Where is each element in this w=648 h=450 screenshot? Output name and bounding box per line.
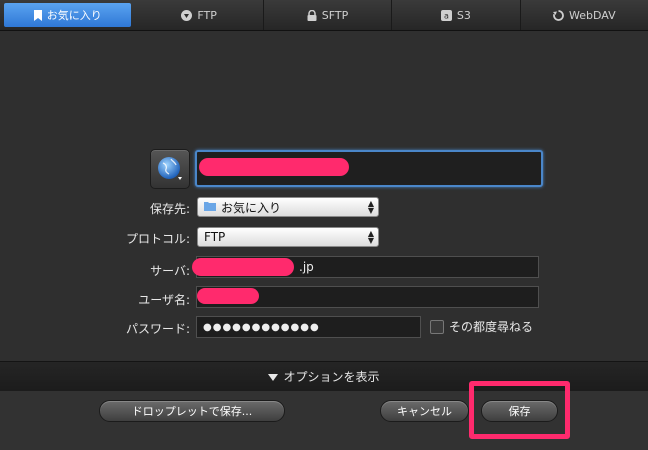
tab-favorites[interactable]: お気に入り	[4, 3, 132, 27]
globe-icon	[158, 157, 182, 180]
favicon-selector[interactable]	[150, 149, 190, 189]
checkbox-box[interactable]	[430, 319, 444, 334]
tab-label: SFTP	[321, 8, 349, 22]
destination-select[interactable]: お気に入り ▲ ▼	[197, 197, 379, 217]
tab-s3[interactable]: a S3	[392, 0, 521, 30]
ftp-icon	[181, 9, 193, 21]
folder-icon	[204, 200, 216, 214]
tab-label: WebDAV	[569, 8, 616, 22]
password-label: パスワード:	[125, 322, 190, 336]
redaction-mark	[197, 288, 259, 304]
lock-icon	[307, 9, 317, 21]
tab-label: FTP	[197, 8, 217, 22]
destination-label: 保存先:	[149, 202, 190, 216]
svg-text:a: a	[444, 11, 449, 20]
bookmark-icon	[33, 9, 42, 21]
chevron-updown-icon: ▲ ▼	[367, 229, 374, 245]
user-label: ユーザ名:	[138, 293, 190, 307]
tab-label: お気に入り	[46, 9, 102, 22]
redaction-mark	[199, 158, 349, 176]
tab-sftp[interactable]: SFTP	[264, 0, 393, 30]
tab-ftp[interactable]: FTP	[135, 0, 264, 30]
password-input[interactable]: ●●●●●●●●●●●●	[196, 316, 421, 338]
save-as-droplet-button[interactable]: ドロップレットで保存...	[99, 400, 285, 422]
protocol-label: プロトコル:	[125, 232, 190, 246]
ask-each-time-checkbox[interactable]: その都度尋ねる	[430, 318, 533, 335]
webdav-icon	[553, 9, 564, 21]
disclosure-triangle-icon	[268, 370, 279, 384]
protocol-select[interactable]: FTP ▲ ▼	[197, 227, 379, 247]
server-label: サーバ:	[150, 264, 190, 278]
tab-label: S3	[456, 8, 471, 22]
main-panel	[0, 31, 648, 361]
s3-icon: a	[440, 9, 452, 21]
chevron-updown-icon: ▲ ▼	[367, 199, 374, 215]
cancel-button[interactable]: キャンセル	[380, 400, 469, 422]
redaction-mark	[192, 258, 294, 276]
highlight-box	[469, 381, 570, 439]
tab-webdav[interactable]: WebDAV	[521, 0, 648, 30]
tab-bar: お気に入り FTP SFTP a S3 WebDAV	[0, 0, 648, 31]
